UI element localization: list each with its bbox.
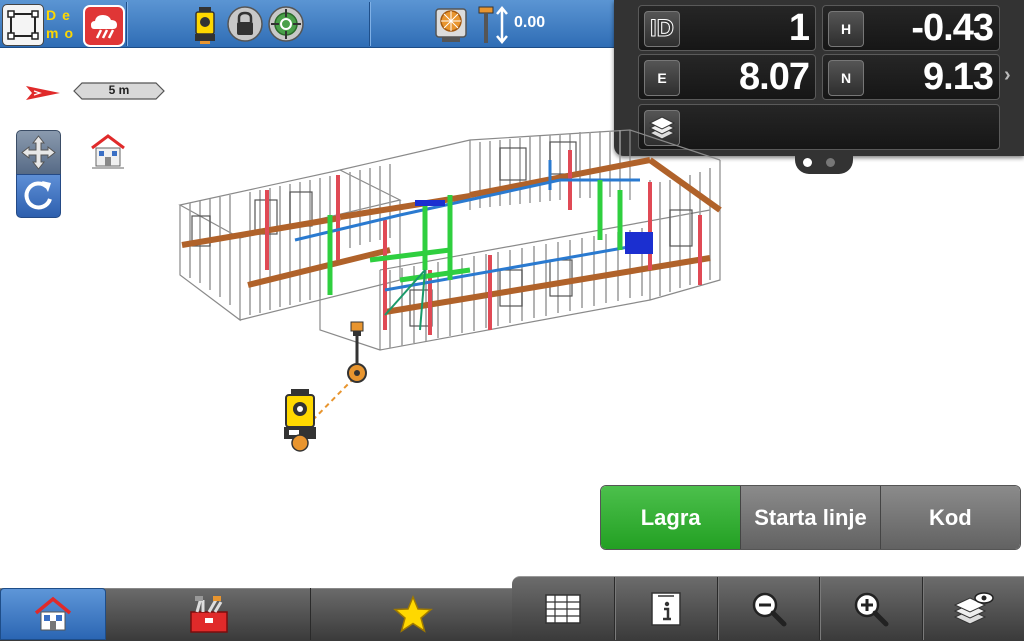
toolbox-icon (189, 596, 228, 633)
point-id-value: 1 (788, 7, 810, 49)
cloud-sync-icon[interactable] (83, 5, 125, 47)
start-line-button[interactable]: Starta linje (740, 486, 880, 549)
measurement-actions: Lagra Starta linje Kod (600, 485, 1021, 550)
point-list-button[interactable] (512, 577, 614, 640)
prism-icon[interactable] (433, 5, 469, 45)
zoom-in-icon (854, 592, 889, 626)
north-arrow-icon[interactable] (24, 80, 64, 102)
favorites-button[interactable] (311, 588, 514, 640)
scale-label: 5 m (108, 83, 130, 97)
northing-label: N (828, 60, 864, 96)
layer-visibility-button[interactable] (922, 577, 1024, 640)
pole-height-icon[interactable] (476, 5, 512, 45)
home-button[interactable] (0, 588, 106, 640)
instrument-station[interactable] (275, 315, 385, 455)
height-value: -0.43 (911, 7, 994, 49)
info-button[interactable] (614, 577, 717, 640)
northing-value: 9.13 (923, 56, 994, 98)
zoom-out-icon (752, 592, 787, 626)
easting-field[interactable]: E 8.07 (638, 54, 816, 100)
zoom-out-button[interactable] (717, 577, 820, 640)
info-icon (651, 591, 681, 626)
tools-button[interactable] (107, 588, 311, 640)
layers-visibility-icon (953, 591, 994, 625)
easting-label: E (644, 60, 680, 96)
height-field[interactable]: H -0.43 (822, 5, 1000, 51)
chevron-right-icon[interactable]: › (1004, 64, 1011, 87)
pan-button[interactable] (16, 130, 61, 175)
rotate-icon (24, 181, 52, 210)
table-icon (545, 593, 581, 624)
page-indicator[interactable] (826, 158, 835, 167)
building-view-icon[interactable] (88, 130, 128, 170)
building-model-view[interactable] (170, 120, 730, 360)
point-id-label: ID (644, 11, 680, 47)
easting-value: 8.07 (739, 56, 810, 98)
page-indicator-active[interactable] (803, 158, 812, 167)
rotate-button[interactable] (16, 174, 61, 218)
target-lock-icon[interactable] (267, 5, 305, 43)
northing-field[interactable]: N 9.13 (822, 54, 1000, 100)
project-icon[interactable] (2, 4, 44, 46)
point-id-field[interactable]: ID 1 (638, 5, 816, 51)
store-button[interactable]: Lagra (601, 486, 741, 549)
pole-height-value[interactable]: 0.00 (514, 14, 545, 32)
star-icon (392, 595, 433, 633)
code-button[interactable]: Kod (879, 486, 1020, 549)
demo-mode-label: De mo (46, 7, 79, 41)
total-station-icon[interactable] (190, 5, 220, 45)
home-icon (34, 596, 72, 631)
lock-icon[interactable] (226, 5, 264, 43)
height-label: H (828, 11, 864, 47)
move-icon (21, 135, 56, 170)
zoom-in-button[interactable] (819, 577, 922, 640)
